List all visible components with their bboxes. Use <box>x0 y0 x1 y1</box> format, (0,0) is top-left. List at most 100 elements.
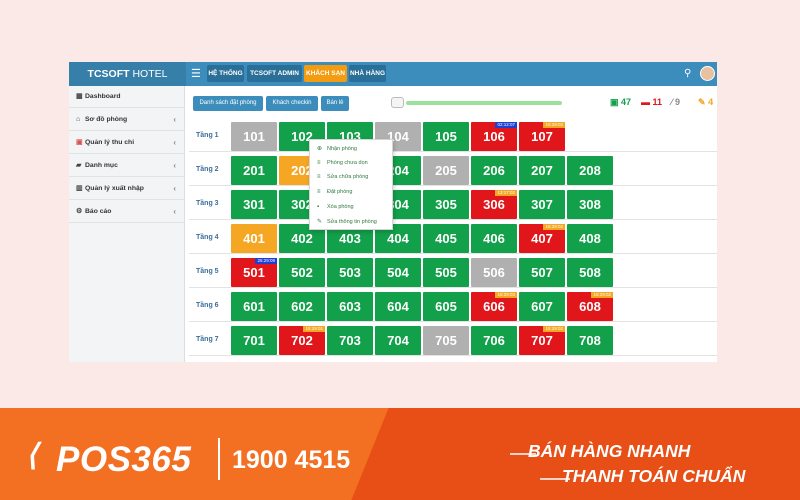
menu-item-check-in[interactable]: ⊕ Nhận phòng <box>310 142 394 156</box>
brand-logo[interactable]: TCSOFT HOTEL <box>69 62 186 86</box>
room-tile[interactable]: 502 <box>279 258 325 287</box>
menu-item-label: Phòng chưa dọn <box>327 160 368 166</box>
room-tile[interactable]: 206 <box>471 156 517 185</box>
retail-button[interactable]: Bán lẻ <box>321 96 349 111</box>
list-icon: ≡ <box>317 174 321 180</box>
menu-item-delete-room[interactable]: ▪ Xóa phòng <box>310 200 394 214</box>
user-avatar[interactable] <box>700 66 715 81</box>
room-number: 101 <box>243 129 265 144</box>
location-pin-icon[interactable]: ⚲ <box>684 68 691 79</box>
room-number: 606 <box>483 299 505 314</box>
room-tile[interactable]: 605 <box>423 292 469 321</box>
sidebar-item-so-do-phong[interactable]: ⌂ Sơ đồ phòng ‹ <box>69 109 185 131</box>
room-tile[interactable]: 608 15:29:02 <box>567 292 613 321</box>
room-tile[interactable]: 507 <box>519 258 565 287</box>
room-tile[interactable]: 702 15:29:01 <box>279 326 325 355</box>
room-tile[interactable]: 106 02:12:07 <box>471 122 517 151</box>
checkin-guests-button[interactable]: Khách checkin <box>266 96 318 111</box>
nav-tab-khach-san[interactable]: KHÁCH SẠN <box>304 65 347 82</box>
nav-tab-nha-hang[interactable]: NHÀ HÀNG <box>349 65 386 82</box>
room-number: 605 <box>435 299 457 314</box>
room-tile[interactable]: 601 <box>231 292 277 321</box>
menu-item-repair-room[interactable]: ≡ Sửa chữa phòng <box>310 170 394 184</box>
room-tile[interactable]: 708 <box>567 326 613 355</box>
menu-item-label: Xóa phòng <box>327 204 354 210</box>
room-number: 208 <box>579 163 601 178</box>
room-number: 607 <box>531 299 553 314</box>
room-tile[interactable]: 704 <box>375 326 421 355</box>
room-number: 505 <box>435 265 457 280</box>
room-timer-badge: 15:29:02 <box>543 326 565 332</box>
room-tile[interactable]: 506 <box>471 258 517 287</box>
room-tile[interactable]: 607 <box>519 292 565 321</box>
floor-label: Tầng 1 <box>196 132 219 139</box>
room-number: 207 <box>531 163 553 178</box>
room-tile[interactable]: 701 <box>231 326 277 355</box>
slider-track[interactable] <box>406 101 562 105</box>
room-number: 503 <box>339 265 361 280</box>
room-tile[interactable]: 501 25:29:09 <box>231 258 277 287</box>
room-tile[interactable]: 407 15:29:02 <box>519 224 565 253</box>
floor-label: Tầng 3 <box>196 200 219 207</box>
room-tile[interactable]: 401 <box>231 224 277 253</box>
sidebar-item-quan-ly-thu-chi[interactable]: ▣ Quản lý thu chi ‹ <box>69 132 185 154</box>
hamburger-icon[interactable]: ☰ <box>191 67 201 80</box>
room-tile[interactable]: 406 <box>471 224 517 253</box>
room-tile[interactable]: 207 <box>519 156 565 185</box>
slider-handle[interactable] <box>391 97 404 108</box>
room-tile[interactable]: 301 <box>231 190 277 219</box>
room-tile[interactable]: 706 <box>471 326 517 355</box>
stat-empty-rooms: ▣ 47 <box>610 95 631 109</box>
sidebar-item-bao-cao[interactable]: ⚙ Báo cáo ‹ <box>69 201 185 223</box>
sidebar-item-quan-ly-xuat-nhap[interactable]: ▥ Quản lý xuất nhập ‹ <box>69 178 185 200</box>
room-tile[interactable]: 201 <box>231 156 277 185</box>
floor-label: Tầng 6 <box>196 302 219 309</box>
room-number: 508 <box>579 265 601 280</box>
room-tile[interactable]: 307 <box>519 190 565 219</box>
menu-item-book-room[interactable]: ≡ Đặt phòng <box>310 185 394 199</box>
room-tile[interactable]: 503 <box>327 258 373 287</box>
nav-tab-he-thong[interactable]: HỆ THỐNG <box>207 65 244 82</box>
room-timer-badge: 02:12:07 <box>495 122 517 128</box>
room-number: 701 <box>243 333 265 348</box>
room-tile[interactable]: 505 <box>423 258 469 287</box>
booking-list-button[interactable]: Danh sách đặt phòng <box>193 96 263 111</box>
sidebar-item-danh-muc[interactable]: ▰ Danh mục ‹ <box>69 155 185 177</box>
menu-item-edit-room-info[interactable]: ✎ Sửa thông tin phòng <box>310 215 394 229</box>
stat-value: 11 <box>652 97 663 107</box>
floor-label: Tầng 7 <box>196 336 219 343</box>
room-tile[interactable]: 308 <box>567 190 613 219</box>
sidebar-item-dashboard[interactable]: ▦ Dashboard <box>69 86 185 108</box>
gears-icon: ⚙ <box>76 208 83 215</box>
room-tile[interactable]: 306 13:17:02 <box>471 190 517 219</box>
stat-repair-rooms: ✎ 4 <box>698 95 713 109</box>
room-timer-badge: 25:29:09 <box>255 258 277 264</box>
stat-value: 9 <box>675 97 681 107</box>
room-tile[interactable]: 408 <box>567 224 613 253</box>
room-tile[interactable]: 504 <box>375 258 421 287</box>
room-number: 708 <box>579 333 601 348</box>
room-tile[interactable]: 101 <box>231 122 277 151</box>
menu-item-room-not-cleaned[interactable]: ≡ Phòng chưa dọn <box>310 156 394 170</box>
room-tile[interactable]: 208 <box>567 156 613 185</box>
room-tile[interactable]: 405 <box>423 224 469 253</box>
stat-occupied-rooms: ▬ 11 <box>641 95 662 109</box>
room-tile[interactable]: 105 <box>423 122 469 151</box>
room-tile[interactable]: 707 15:29:02 <box>519 326 565 355</box>
room-tile[interactable]: 703 <box>327 326 373 355</box>
room-tile[interactable]: 205 <box>423 156 469 185</box>
room-tile[interactable]: 508 <box>567 258 613 287</box>
stat-value: 47 <box>621 97 632 107</box>
floor-row: Tầng 1 101 102 103 104 105 106 02:12:07 107 15:29… <box>189 120 717 152</box>
room-number: 408 <box>579 231 601 246</box>
room-tile[interactable]: 107 15:29:02 <box>519 122 565 151</box>
room-tile[interactable]: 606 15:29:03 <box>471 292 517 321</box>
room-number: 402 <box>291 231 313 246</box>
room-tile[interactable]: 604 <box>375 292 421 321</box>
nav-tab-tcsoft-admin[interactable]: TCSOFT ADMIN <box>247 65 302 82</box>
room-tile[interactable]: 602 <box>279 292 325 321</box>
room-tile[interactable]: 603 <box>327 292 373 321</box>
room-tile[interactable]: 705 <box>423 326 469 355</box>
room-tile[interactable]: 305 <box>423 190 469 219</box>
chevron-left-icon: ‹ <box>173 138 176 147</box>
